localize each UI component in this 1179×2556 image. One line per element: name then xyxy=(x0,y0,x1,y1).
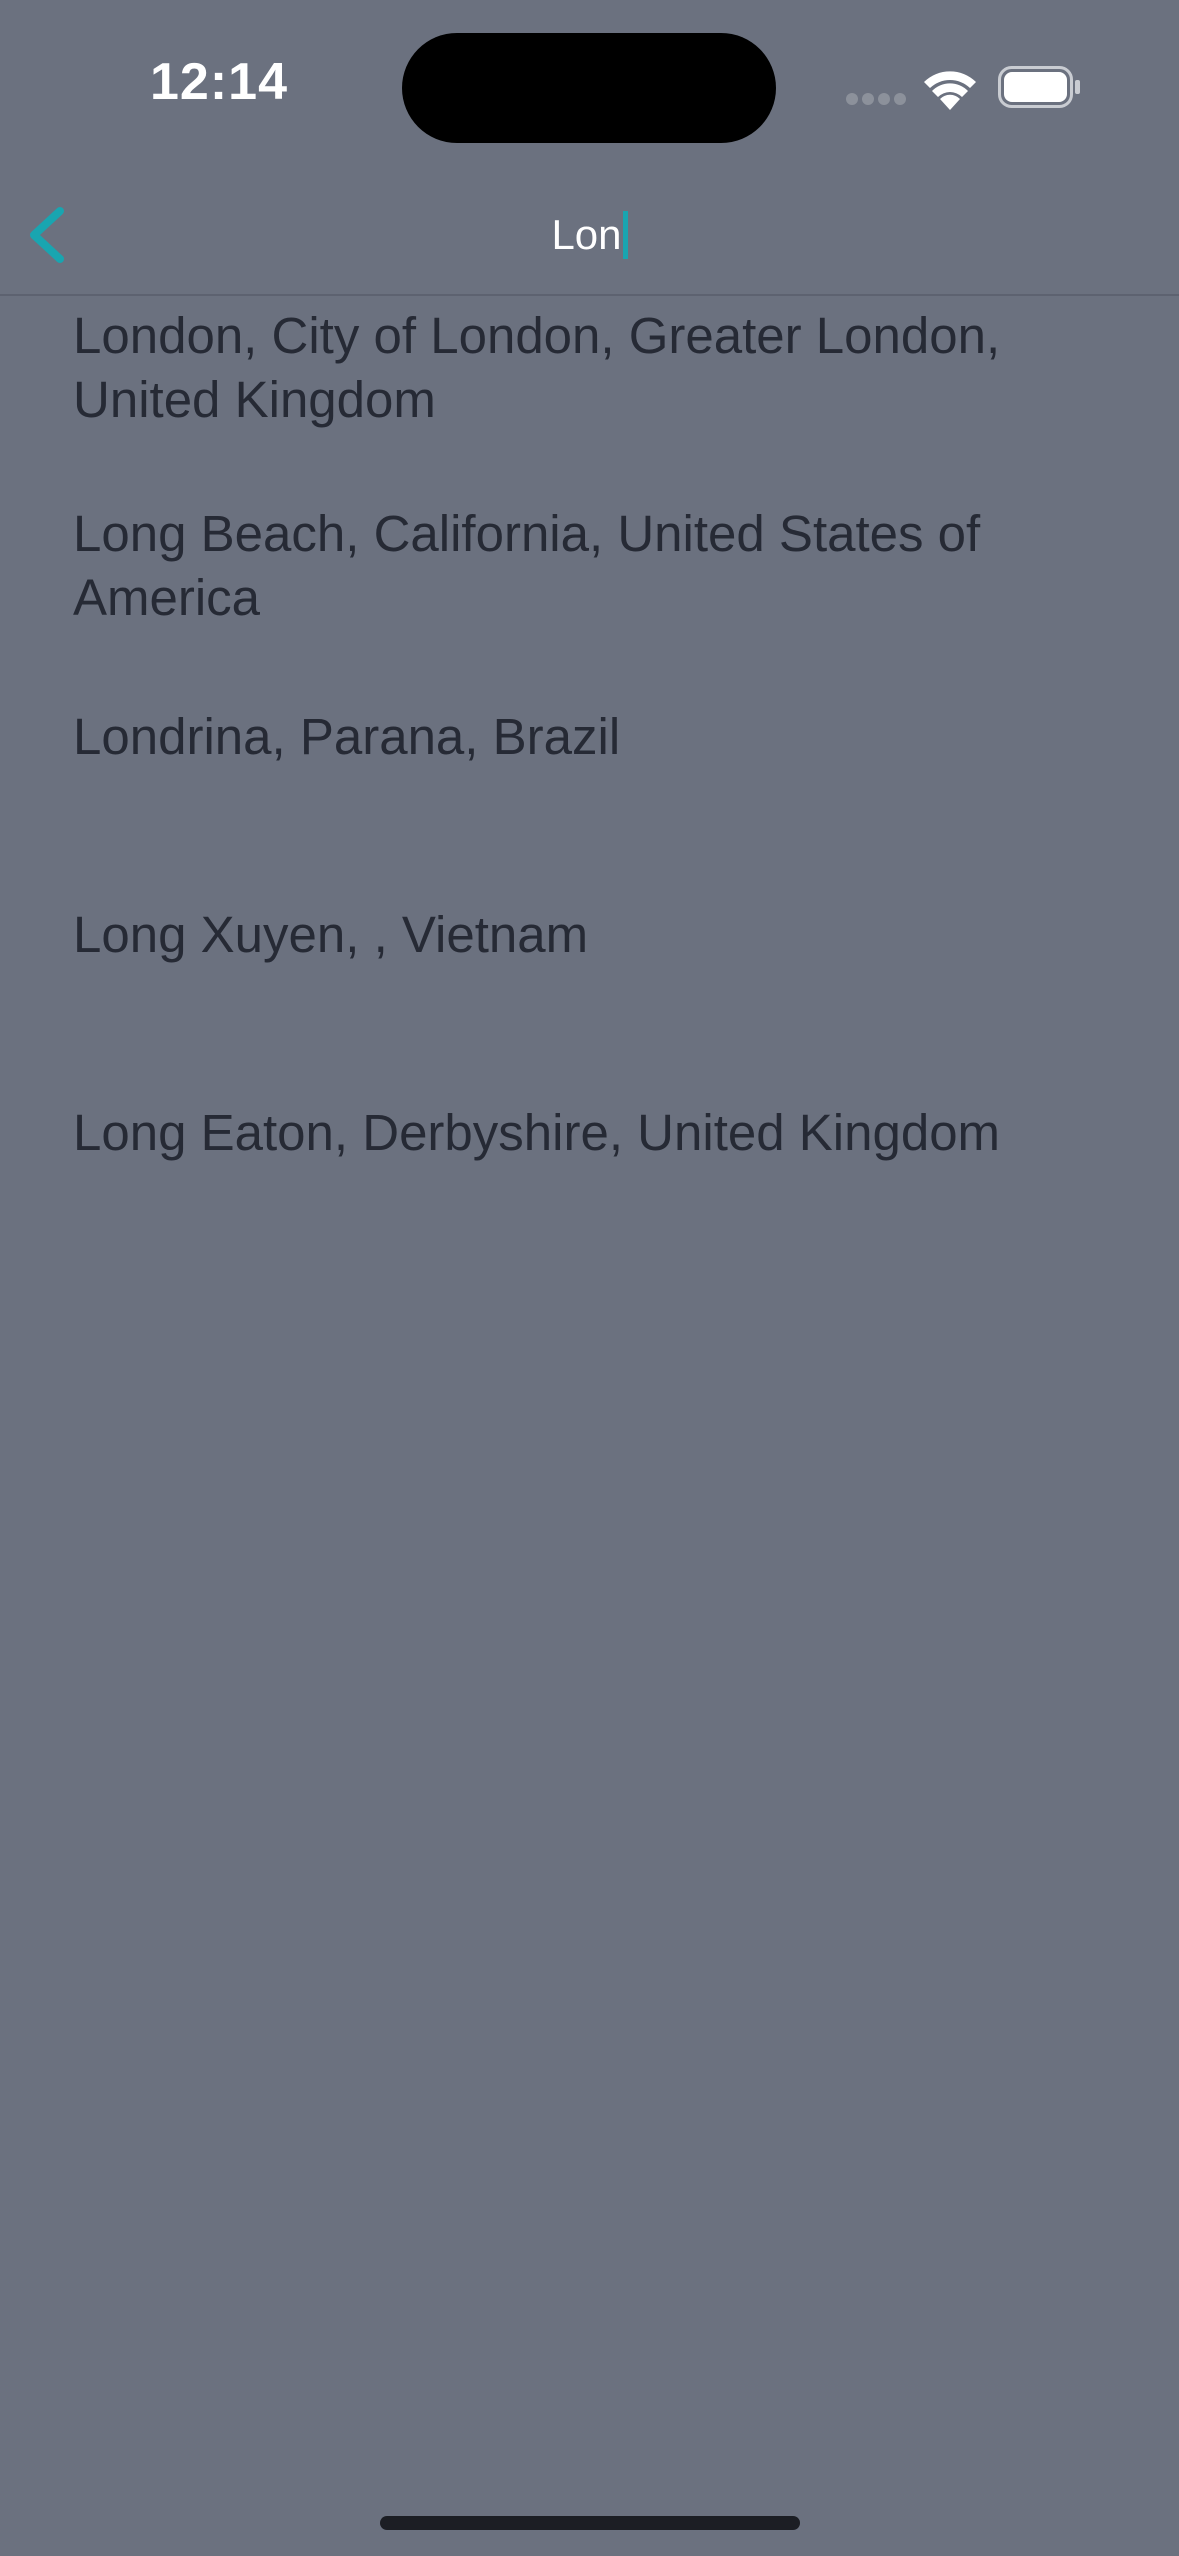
result-item-label: Long Beach, California, United States of… xyxy=(73,505,981,626)
result-item-label: Long Eaton, Derbyshire, United Kingdom xyxy=(73,1104,1001,1161)
result-item[interactable]: London, City of London, Greater London, … xyxy=(0,296,1179,494)
status-bar: 12:14 xyxy=(0,0,1179,175)
result-item-label: Long Xuyen, , Vietnam xyxy=(73,906,589,963)
result-item-label: Londrina, Parana, Brazil xyxy=(73,708,621,765)
result-item[interactable]: Londrina, Parana, Brazil xyxy=(0,692,1179,890)
battery-icon xyxy=(998,66,1080,108)
cellular-signal-icon xyxy=(846,93,906,107)
wifi-icon xyxy=(924,71,976,110)
navigation-bar: Lon xyxy=(0,175,1179,296)
result-item-label: London, City of London, Greater London, … xyxy=(73,307,1001,428)
dynamic-island xyxy=(402,33,776,143)
search-input[interactable]: Lon xyxy=(300,197,879,273)
result-item[interactable]: Long Beach, California, United States of… xyxy=(0,494,1179,692)
result-item[interactable]: Long Eaton, Derbyshire, United Kingdom xyxy=(0,1088,1179,1286)
chevron-left-icon[interactable] xyxy=(18,195,78,275)
status-time: 12:14 xyxy=(150,53,288,111)
home-indicator[interactable] xyxy=(380,2516,800,2530)
search-input-value: Lon xyxy=(551,211,622,258)
text-caret xyxy=(622,211,628,259)
result-item[interactable]: Long Xuyen, , Vietnam xyxy=(0,890,1179,1088)
